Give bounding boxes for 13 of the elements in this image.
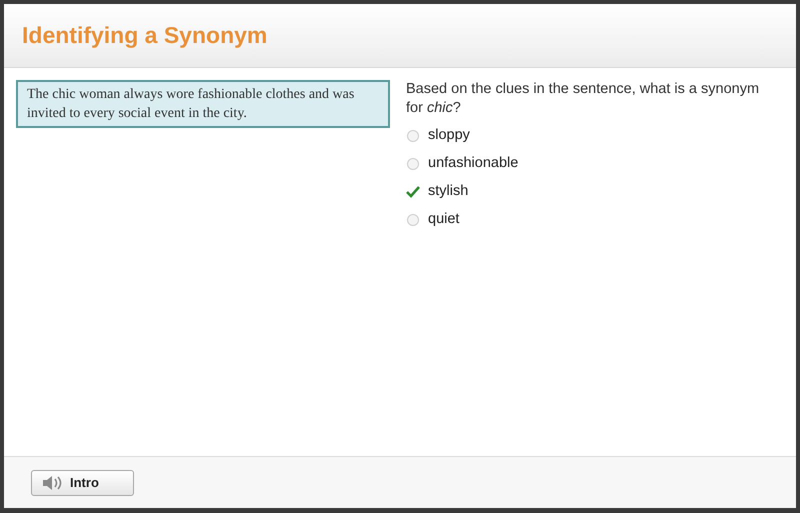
radio-button[interactable] [407,130,419,142]
passage-box: The chic woman always wore fashionable clothes and was invited to every social event in the city. [16,80,390,128]
radio-button[interactable] [407,214,419,226]
option-label[interactable]: quiet [428,208,460,230]
option-label[interactable]: unfashionable [428,152,518,174]
check-icon[interactable] [406,186,420,198]
intro-button[interactable]: Intro [31,470,134,496]
radio-button[interactable] [407,158,419,170]
page-title: Identifying a Synonym [22,21,268,50]
speaker-icon [42,474,62,492]
question-text: Based on the clues in the sentence, what is a synonym for chic? [406,80,760,118]
option-label[interactable]: sloppy [428,124,470,146]
option-label[interactable]: stylish [428,180,468,202]
